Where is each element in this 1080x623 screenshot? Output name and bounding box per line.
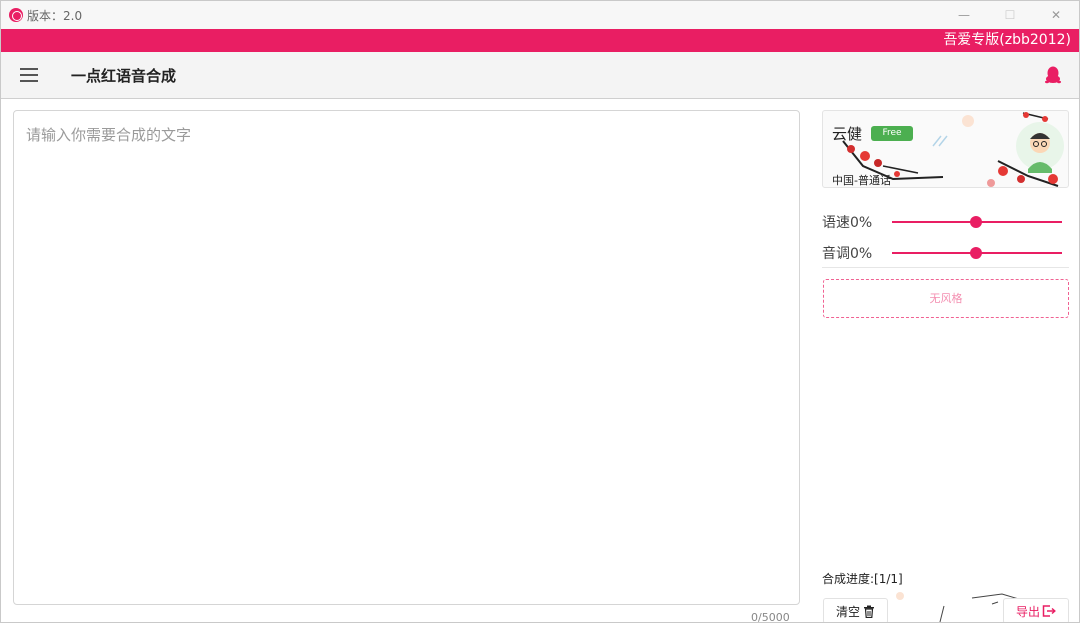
close-button[interactable]: ✕	[1033, 1, 1079, 29]
voice-name: 云健	[832, 125, 863, 143]
style-selector[interactable]: 无风格	[823, 279, 1069, 318]
speed-slider-thumb[interactable]	[970, 216, 982, 228]
app-window: 版本：2.0 — ☐ ✕ 吾爱专版(zbb2012) 一点红语音合成 请输入你需…	[0, 0, 1080, 623]
free-badge: Free	[871, 126, 913, 141]
speed-slider-row: 语速0%	[822, 212, 1062, 232]
voice-card[interactable]: 云健 Free 中国-普通话	[822, 110, 1069, 188]
title-bar: 版本：2.0 — ☐ ✕	[1, 1, 1079, 29]
char-counter: 0/5000	[751, 611, 790, 623]
minimize-button[interactable]: —	[941, 1, 987, 29]
version-label: 版本：2.0	[27, 8, 83, 23]
speed-label: 语速0%	[822, 215, 873, 231]
menu-icon[interactable]	[20, 68, 38, 82]
pitch-slider[interactable]	[892, 247, 1062, 259]
window-controls: — ☐ ✕	[941, 1, 1079, 29]
app-bar: 一点红语音合成	[1, 52, 1079, 99]
clear-button[interactable]: 清空	[823, 598, 888, 622]
text-input[interactable]: 请输入你需要合成的文字	[13, 110, 800, 605]
text-input-placeholder: 请输入你需要合成的文字	[26, 126, 192, 144]
divider	[822, 267, 1069, 268]
voice-language: 中国-普通话	[832, 174, 891, 187]
trash-icon	[864, 605, 874, 618]
synthesis-progress: 合成进度:[1/1]	[822, 572, 903, 586]
app-title: 一点红语音合成	[71, 66, 177, 85]
export-button[interactable]: 导出	[1003, 598, 1069, 622]
pitch-label: 音调0%	[822, 246, 873, 262]
edition-banner: 吾爱专版(zbb2012)	[1, 29, 1079, 52]
export-icon	[1042, 605, 1056, 617]
app-logo-icon	[9, 8, 23, 22]
qq-icon[interactable]	[1045, 66, 1061, 84]
export-label: 导出	[1015, 604, 1040, 619]
clear-label: 清空	[835, 604, 860, 619]
maximize-button[interactable]: ☐	[987, 1, 1033, 29]
speed-slider[interactable]	[892, 216, 1062, 228]
pitch-slider-row: 音调0%	[822, 243, 1062, 263]
pitch-slider-thumb[interactable]	[970, 247, 982, 259]
